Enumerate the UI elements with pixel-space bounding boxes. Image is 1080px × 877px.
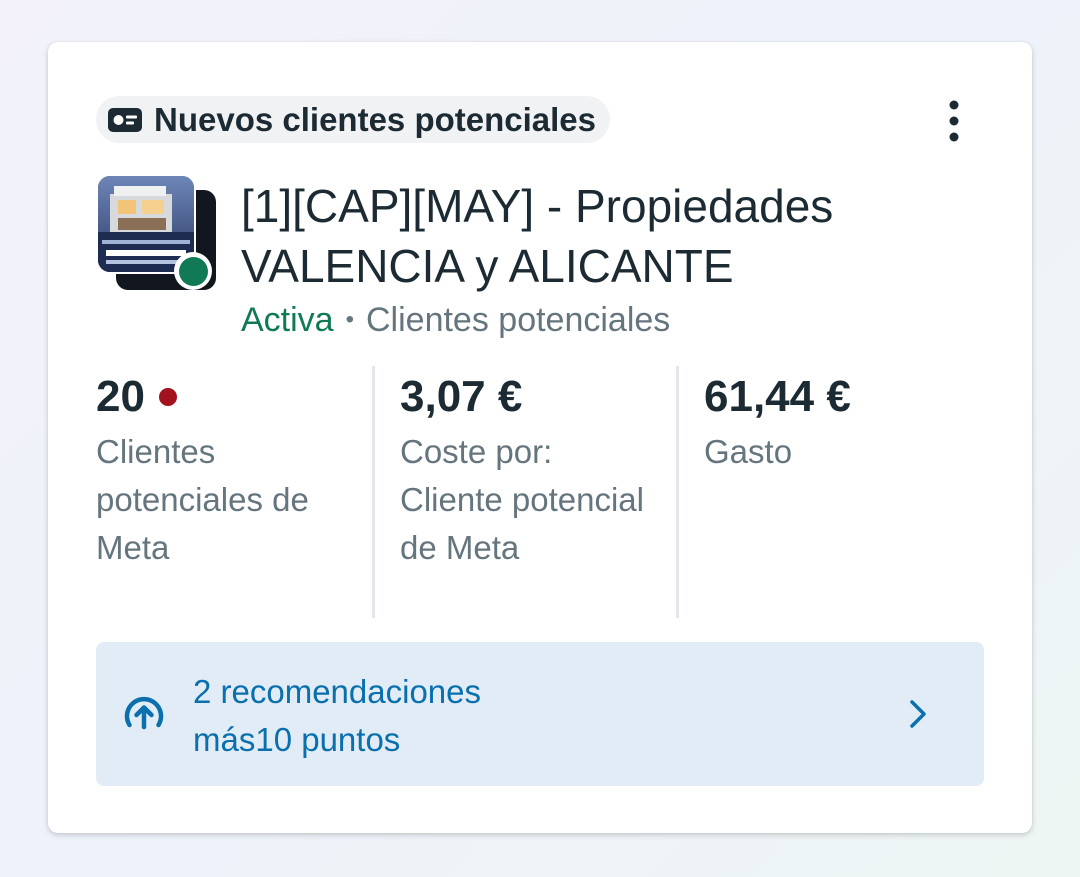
metric-results: 20 Clientes potenciales de Meta — [96, 372, 346, 572]
metric-value: 61,44 € — [704, 372, 851, 421]
metric-cost-per-result: 3,07 € Coste por: Cliente potencial de M… — [400, 372, 660, 572]
campaign-card[interactable]: Nuevos clientes potenciales [1][CAP][MAY… — [48, 42, 1032, 833]
recommendations-subtitle: más10 puntos — [193, 721, 401, 758]
metric-divider — [676, 366, 679, 618]
metric-divider — [372, 366, 375, 618]
active-status-dot — [174, 252, 212, 290]
campaign-type: Clientes potenciales — [366, 301, 671, 339]
metric-spend: 61,44 € Gasto — [704, 372, 964, 476]
metric-value: 20 — [96, 372, 145, 421]
metric-label: Clientes potenciales de Meta — [96, 433, 309, 566]
campaign-name[interactable]: [1][CAP][MAY] - Propiedades VALENCIA y A… — [241, 176, 941, 296]
objective-label: Nuevos clientes potenciales — [154, 100, 597, 138]
metric-label: Coste por: Cliente potencial de Meta — [400, 433, 644, 566]
recommendations-title: 2 recomendaciones — [193, 673, 482, 710]
recommendations-banner[interactable]: 2 recomendaciones más10 puntos — [96, 642, 984, 786]
chevron-right-icon — [910, 700, 926, 728]
contact-card-icon — [108, 107, 142, 132]
campaign-status-row: Activa • Clientes potenciales — [241, 298, 670, 342]
metric-label: Gasto — [704, 433, 793, 470]
status-separator: • — [345, 306, 354, 333]
delivery-status: Activa — [241, 301, 334, 339]
alert-dot-icon — [158, 388, 177, 406]
more-vertical-icon — [949, 100, 959, 142]
arrow-up-circle-icon — [124, 696, 164, 730]
metric-value: 3,07 € — [400, 372, 523, 421]
objective-badge: Nuevos clientes potenciales — [96, 96, 611, 143]
more-options-button[interactable] — [934, 98, 974, 144]
campaign-thumbnail — [96, 172, 220, 296]
